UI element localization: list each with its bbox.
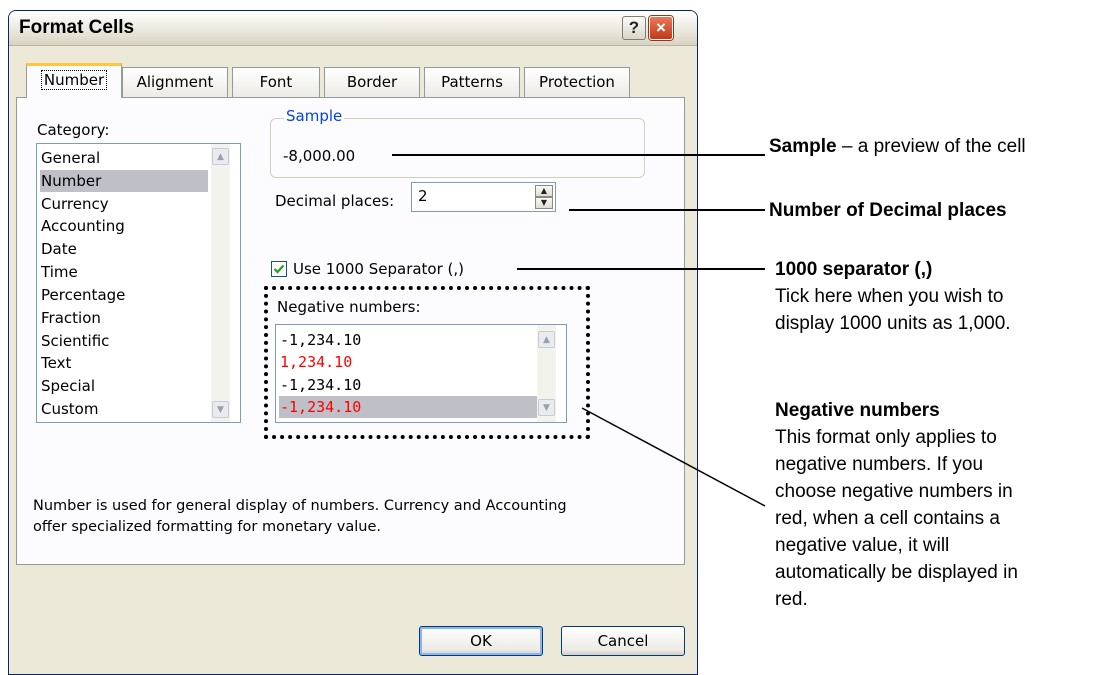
annotation-negative-line-2: negative numbers. If you bbox=[775, 454, 984, 475]
category-item-general[interactable]: General bbox=[40, 147, 100, 169]
spin-up-icon[interactable]: ▲ bbox=[535, 185, 553, 197]
tab-alignment[interactable]: Alignment bbox=[122, 67, 228, 97]
category-item-accounting[interactable]: Accounting bbox=[40, 215, 125, 237]
separator-label[interactable]: Use 1000 Separator (,) bbox=[293, 260, 464, 278]
category-label: Category: bbox=[37, 121, 110, 139]
category-item-date[interactable]: Date bbox=[40, 238, 77, 260]
negative-item-2[interactable]: 1,234.10 bbox=[279, 351, 352, 373]
annotation-sample-title: Sample bbox=[769, 136, 837, 157]
category-item-number[interactable]: Number bbox=[40, 170, 208, 192]
annotation-negative-line-3: choose negative numbers in bbox=[775, 481, 1013, 502]
tab-number-label: Number bbox=[40, 70, 108, 90]
annotation-negative-line-4: red, when a cell contains a bbox=[775, 508, 1000, 529]
description-line-1: Number is used for general display of nu… bbox=[33, 498, 567, 514]
ok-button[interactable]: OK bbox=[419, 626, 543, 656]
annotation-negative-title: Negative numbers bbox=[775, 400, 940, 421]
negative-numbers-label: Negative numbers: bbox=[277, 298, 421, 316]
annotation-separator-title: 1000 separator (,) bbox=[775, 259, 933, 280]
category-item-fraction[interactable]: Fraction bbox=[40, 307, 101, 329]
tab-number[interactable]: Number bbox=[26, 63, 122, 98]
annotation-negative-line-1: This format only applies to bbox=[775, 427, 997, 448]
negative-item-4[interactable]: -1,234.10 bbox=[279, 396, 538, 418]
scroll-down-icon[interactable]: ▼ bbox=[212, 401, 229, 418]
annotation-sample-text: – a preview of the cell bbox=[836, 136, 1026, 157]
decimal-places-label: Decimal places: bbox=[275, 192, 395, 210]
scroll-down-icon[interactable]: ▼ bbox=[538, 399, 555, 416]
annotation-negative-line-7: red. bbox=[775, 589, 808, 610]
negative-item-1[interactable]: -1,234.10 bbox=[279, 329, 361, 351]
category-item-custom[interactable]: Custom bbox=[40, 398, 98, 420]
title-bar[interactable]: Format Cells ? × bbox=[9, 11, 697, 46]
spin-down-icon[interactable]: ▼ bbox=[535, 197, 553, 209]
annotation-separator-text-1: Tick here when you wish to bbox=[775, 286, 1004, 307]
annotation-negative-line-6: automatically be displayed in bbox=[775, 562, 1018, 583]
category-scrollbar[interactable]: ▲ ▼ bbox=[211, 144, 230, 422]
checkmark-icon bbox=[273, 264, 285, 274]
category-item-text[interactable]: Text bbox=[40, 352, 71, 374]
category-item-special[interactable]: Special bbox=[40, 375, 95, 397]
negative-numbers-listbox[interactable]: -1,234.10 1,234.10 -1,234.10 -1,234.10 ▲… bbox=[275, 324, 567, 423]
annotation-negative-line-5: negative value, it will bbox=[775, 535, 950, 556]
tab-protection[interactable]: Protection bbox=[524, 67, 630, 97]
cancel-button[interactable]: Cancel bbox=[561, 626, 685, 656]
scroll-up-icon[interactable]: ▲ bbox=[538, 331, 555, 348]
close-icon[interactable]: × bbox=[649, 16, 673, 40]
category-item-percentage[interactable]: Percentage bbox=[40, 284, 125, 306]
category-item-scientific[interactable]: Scientific bbox=[40, 330, 109, 352]
annotation-sample: Sample – a preview of the cell bbox=[769, 134, 1026, 159]
category-item-time[interactable]: Time bbox=[40, 261, 78, 283]
help-icon[interactable]: ? bbox=[622, 16, 646, 40]
category-item-currency[interactable]: Currency bbox=[40, 193, 109, 215]
dialog-title: Format Cells bbox=[19, 17, 135, 38]
negative-scrollbar[interactable]: ▲ ▼ bbox=[537, 325, 556, 422]
annotation-decimal-title: Number of Decimal places bbox=[769, 200, 1007, 221]
decimal-places-value[interactable]: 2 bbox=[418, 187, 428, 205]
scroll-up-icon[interactable]: ▲ bbox=[212, 148, 229, 165]
tab-font[interactable]: Font bbox=[232, 67, 320, 97]
annotation-separator-text-2: display 1000 units as 1,000. bbox=[775, 313, 1011, 334]
sample-value: -8,000.00 bbox=[283, 147, 356, 165]
separator-checkbox[interactable] bbox=[271, 261, 287, 277]
tab-border[interactable]: Border bbox=[324, 67, 420, 97]
category-listbox[interactable]: General Number Currency Accounting Date … bbox=[36, 143, 241, 423]
tab-patterns[interactable]: Patterns bbox=[424, 67, 520, 97]
negative-item-3[interactable]: -1,234.10 bbox=[279, 374, 361, 396]
decimal-places-stepper[interactable]: 2 ▲ ▼ bbox=[411, 182, 556, 212]
description-line-2: offer specialized formatting for monetar… bbox=[33, 519, 382, 535]
sample-legend: Sample bbox=[284, 107, 345, 125]
